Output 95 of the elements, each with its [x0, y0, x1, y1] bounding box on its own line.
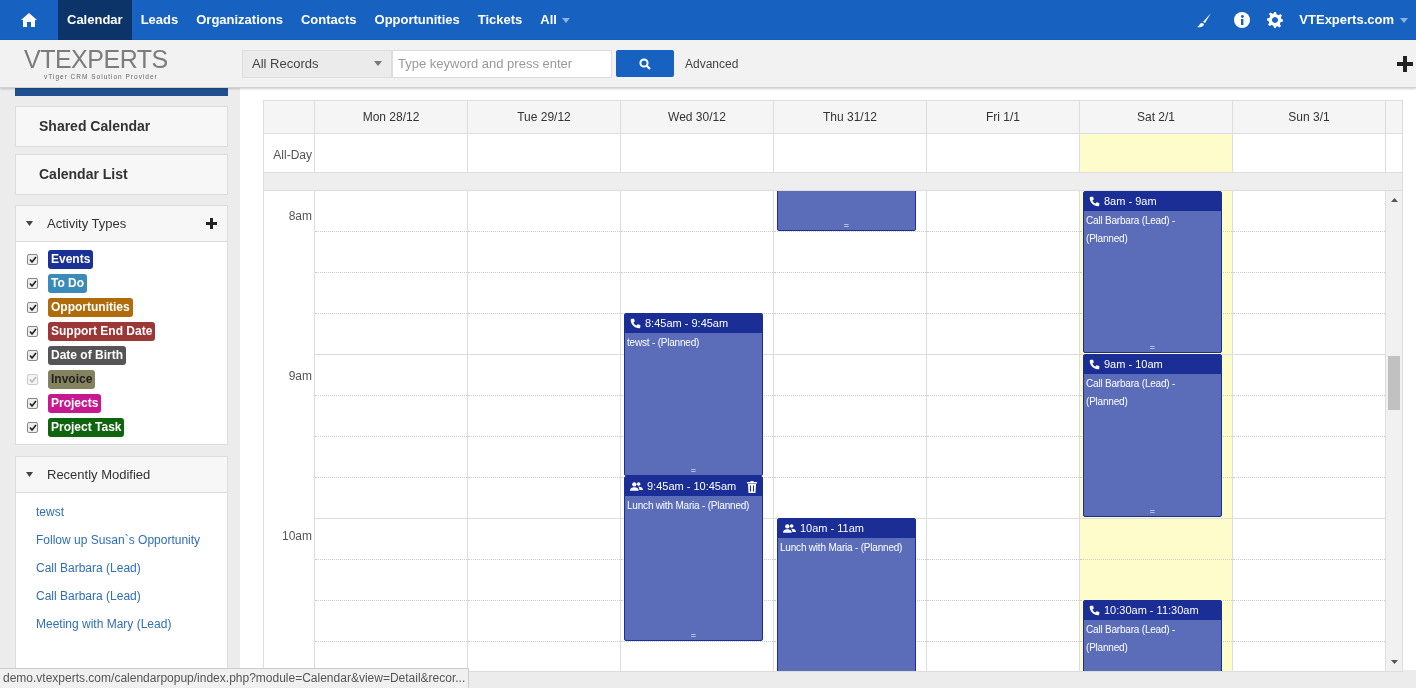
collapse-caret-icon[interactable] [26, 221, 33, 226]
scope-dropdown[interactable]: All Records [242, 49, 392, 78]
scrollbar[interactable] [1386, 191, 1402, 671]
day-header: Sun 3/1 [1233, 101, 1386, 133]
event-title: Call Barbara (Lead) - (Planned) [1085, 623, 1177, 655]
checkbox[interactable] [27, 301, 38, 313]
user-menu[interactable]: VTExperts.com [1299, 10, 1394, 30]
phone-icon [1089, 359, 1100, 370]
people-icon [783, 523, 796, 534]
event-title: Lunch with Maria - (Planned) [626, 499, 751, 513]
scroll-down-icon[interactable] [1390, 660, 1398, 664]
checkbox[interactable] [27, 349, 38, 361]
event-time: 9am - 10am [1104, 357, 1163, 373]
event-title: Call Barbara (Lead) - (Planned) [1085, 214, 1177, 246]
activity-type-tag: Events [48, 249, 94, 269]
resize-handle[interactable]: = [690, 466, 697, 475]
scrollbar-thumb[interactable] [1388, 356, 1400, 410]
event-title: Lunch with Maria - (Planned) [779, 541, 904, 555]
caret-icon [1400, 17, 1408, 23]
event-card[interactable]: 10:30am - 11:30am Call Barbara (Lead) - (Planned) [1083, 600, 1222, 671]
checkbox[interactable] [27, 421, 38, 433]
hour-label: 10am [281, 529, 312, 543]
nav-tab[interactable]: Contacts [291, 0, 366, 40]
checkbox[interactable] [27, 253, 38, 265]
day-header: Thu 31/12 [774, 101, 927, 133]
caret-icon [561, 17, 570, 23]
nav-tab[interactable]: Opportunities [365, 0, 469, 40]
home-icon[interactable] [20, 12, 38, 28]
logo-wordmark[interactable]: VTEXPERTS [24, 45, 242, 72]
resize-handle[interactable]: = [1149, 343, 1156, 352]
nav-tab[interactable]: Leads [131, 0, 188, 40]
nav-tab[interactable]: Organizations [187, 0, 292, 40]
recent-record-link[interactable]: tewst [36, 503, 217, 521]
event-title: tewst - (Planned) [626, 336, 701, 350]
phone-icon [1089, 196, 1100, 207]
info-icon[interactable] [1234, 12, 1251, 28]
people-icon [630, 481, 643, 492]
nav-tab[interactable]: Calendar [58, 0, 132, 40]
activity-type-tag: Date of Birth [48, 345, 126, 365]
event-card[interactable]: = [777, 191, 916, 231]
activity-type-tag: Invoice [48, 369, 96, 389]
hour-label: 9am [288, 369, 312, 383]
nav-tab[interactable]: All [531, 0, 579, 40]
panel-title: Recently Modified [47, 465, 151, 484]
event-title: Call Barbara (Lead) - (Planned) [1085, 377, 1177, 409]
plus-icon[interactable] [206, 218, 217, 229]
sidebar-button[interactable]: Shared Calendar [15, 106, 228, 147]
event-time: 10:30am - 11:30am [1104, 603, 1199, 619]
day-header: Fri 1/1 [927, 101, 1080, 133]
event-time: 8:45am - 9:45am [645, 316, 729, 332]
nav-tab[interactable]: Tickets [468, 0, 532, 40]
event-time: 8am - 9am [1104, 194, 1157, 210]
day-header: Tue 29/12 [468, 101, 621, 133]
checkbox[interactable] [27, 325, 38, 337]
resize-handle[interactable]: = [843, 221, 850, 230]
collapse-caret-icon[interactable] [26, 472, 33, 477]
checkbox[interactable] [27, 397, 38, 409]
search-button[interactable] [616, 50, 674, 77]
recent-record-link[interactable]: Call Barbara (Lead) [36, 587, 217, 605]
caret-icon [374, 61, 382, 66]
day-header: Wed 30/12 [621, 101, 774, 133]
trash-icon[interactable] [747, 480, 757, 493]
day-header: Sat 2/1 [1080, 101, 1233, 133]
sidebar-button[interactable]: Calendar List [15, 154, 228, 195]
recent-record-link[interactable]: Follow up Susan`s Opportunity [36, 531, 217, 549]
status-bar-url: demo.vtexperts.com/calendarpopup/index.php?module=Calendar&view=Detail&recor... [0, 668, 470, 688]
scroll-up-icon[interactable] [1390, 198, 1398, 202]
event-card[interactable]: 8am - 9am Call Barbara (Lead) - (Planned) = [1083, 191, 1222, 353]
checkbox[interactable] [27, 277, 38, 289]
settings-icon[interactable] [1267, 12, 1284, 28]
activity-type-tag: Opportunities [48, 297, 133, 317]
phone-icon [1089, 605, 1100, 616]
event-time: 9:45am - 10:45am [647, 479, 737, 495]
event-card[interactable]: 9:45am - 10:45am Lunch with Maria - (Planned) = [624, 476, 763, 641]
recent-record-link[interactable]: Meeting with Mary (Lead) [36, 615, 217, 633]
event-card[interactable]: 8:45am - 9:45am tewst - (Planned) = [624, 313, 763, 476]
activity-type-tag: Projects [48, 393, 102, 413]
resize-handle[interactable]: = [690, 631, 697, 640]
panel-title: Activity Types [47, 214, 127, 233]
activity-type-tag: Project Task [48, 417, 125, 437]
recent-record-link[interactable]: Call Barbara (Lead) [36, 559, 217, 577]
event-card[interactable]: 10am - 11am Lunch with Maria - (Planned) [777, 518, 916, 671]
event-card[interactable]: 9am - 10am Call Barbara (Lead) - (Planned) = [1083, 354, 1222, 517]
phone-icon [630, 318, 641, 329]
activity-type-tag: Support End Date [48, 321, 156, 341]
day-header: Mon 28/12 [315, 101, 468, 133]
event-time: 10am - 11am [800, 521, 864, 537]
search-field[interactable]: Type keyword and press enter [392, 49, 612, 78]
plus-icon[interactable] [1397, 55, 1413, 72]
resize-handle[interactable]: = [1149, 507, 1156, 516]
hour-label: 8am [288, 209, 312, 223]
search-icon [639, 57, 651, 70]
advanced-search-link[interactable]: Advanced [685, 54, 739, 73]
all-day-cell[interactable] [1080, 134, 1233, 172]
activity-type-tag: To Do [48, 273, 88, 293]
